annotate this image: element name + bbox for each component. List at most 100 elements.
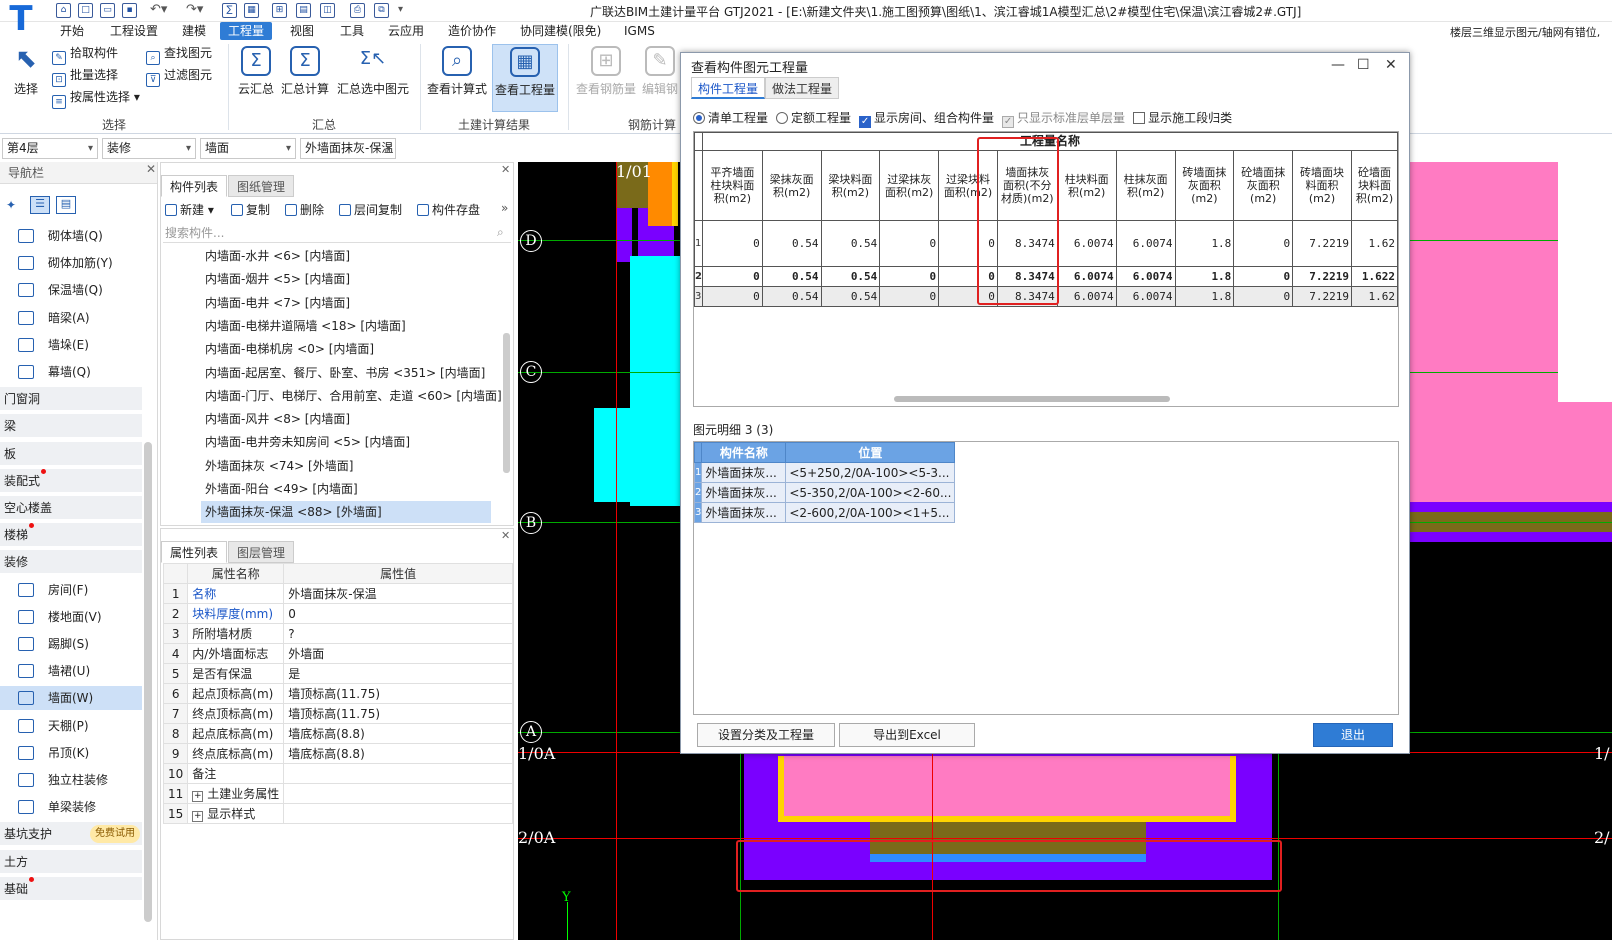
- component-list-item[interactable]: 内墙面-风井 <8> [内墙面]: [201, 408, 354, 430]
- layout-icon[interactable]: ▤: [296, 3, 311, 18]
- summary-selected-button[interactable]: Σ↖ 汇总选中图元: [336, 46, 410, 97]
- search-icon[interactable]: ⌕: [497, 225, 504, 240]
- column-header[interactable]: 砖墙面块料面积(m2): [1292, 150, 1352, 221]
- category-select[interactable]: 装修: [102, 138, 196, 159]
- component-list-item[interactable]: 内墙面-起居室、餐厅、卧室、书房 <351> [内墙面]: [201, 362, 489, 384]
- nav-item[interactable]: 装修: [0, 550, 142, 575]
- nav-item[interactable]: 独立柱装修: [0, 768, 142, 792]
- detail-header-name[interactable]: 构件名称: [701, 442, 787, 463]
- property-value[interactable]: 外墙面: [283, 643, 513, 664]
- select-by-property-button[interactable]: ≡ 按属性选择 ▾: [52, 88, 140, 109]
- property-row[interactable]: 3 所附墙材质?: [162, 623, 513, 644]
- view-quantity-button[interactable]: ▦ 查看工程量: [492, 44, 558, 112]
- close-icon[interactable]: ✕: [146, 162, 156, 176]
- menu-cloud[interactable]: 云应用: [380, 22, 432, 40]
- property-value[interactable]: 外墙面抹灰-保温: [283, 583, 513, 604]
- property-row[interactable]: 9 终点底标高(m) 墙底标高(8.8): [162, 743, 513, 764]
- open-file-icon[interactable]: ▭: [100, 3, 115, 18]
- close-icon[interactable]: ✕: [1385, 57, 1397, 73]
- component-list-item[interactable]: 内墙面-电梯机房 <0> [内墙面]: [201, 338, 378, 360]
- column-header[interactable]: 柱抹灰面积(m2): [1115, 150, 1176, 221]
- image-icon[interactable]: ▦: [244, 3, 259, 18]
- nav-item[interactable]: 单梁装修: [0, 795, 142, 819]
- nav-item[interactable]: 土方: [0, 849, 142, 874]
- pin-icon[interactable]: ✦: [6, 198, 16, 212]
- export-excel-button[interactable]: 导出到Excel: [839, 723, 975, 747]
- property-value[interactable]: 是: [283, 663, 513, 684]
- view-rebar-button[interactable]: ⊞ 查看钢筋量: [574, 46, 638, 97]
- tab-layer-management[interactable]: 图层管理: [228, 541, 295, 563]
- tab-component-quantity[interactable]: 构件工程量: [691, 77, 766, 99]
- property-row[interactable]: 8 起点底标高(m) 墙底标高(8.8): [162, 723, 513, 744]
- nav-item[interactable]: 砌体墙(Q): [0, 224, 142, 248]
- expand-icon[interactable]: +: [192, 791, 204, 802]
- property-row[interactable]: 7 终点顶标高(m) 墙顶标高(11.75): [162, 703, 513, 724]
- nav-item[interactable]: 基础: [0, 876, 142, 901]
- tab-method-quantity[interactable]: 做法工程量: [765, 77, 840, 99]
- expand-icon[interactable]: +: [192, 811, 204, 822]
- detail-grid[interactable]: 构件名称 位置 1 外墙面抹灰... <5+250,2/0A-100><5-3... 2 外…: [693, 441, 1399, 715]
- column-header[interactable]: 梁抹灰面积(m2): [761, 150, 822, 221]
- copy-component-button[interactable]: 复制: [231, 201, 270, 218]
- batch-select-button[interactable]: ⊡ 批量选择: [52, 66, 118, 87]
- trial-badge[interactable]: 免费试用: [90, 825, 140, 844]
- column-header[interactable]: 柱块料面积(m2): [1056, 150, 1117, 221]
- nav-item[interactable]: 板: [0, 441, 142, 466]
- delete-component-button[interactable]: 删除: [285, 201, 324, 218]
- nav-item[interactable]: 墙面(W): [0, 686, 142, 711]
- menu-cost-collab[interactable]: 造价协作: [440, 22, 504, 40]
- tab-component-list[interactable]: 构件列表: [161, 175, 228, 197]
- nav-item[interactable]: 楼地面(V): [0, 605, 142, 629]
- component-list-item[interactable]: 外墙面-阳台 <49> [内墙面]: [201, 478, 362, 500]
- nav-item[interactable]: 踢脚(S): [0, 632, 142, 656]
- nav-item[interactable]: 暗梁(A): [0, 306, 142, 330]
- column-header[interactable]: 砖墙面抹灰面积(m2): [1174, 150, 1235, 221]
- save-icon[interactable]: ▪: [122, 3, 137, 18]
- menu-project-settings[interactable]: 工程设置: [102, 22, 166, 40]
- nav-item[interactable]: 吊顶(K): [0, 741, 142, 765]
- set-category-button[interactable]: 设置分类及工程量: [697, 723, 835, 747]
- grid-icon[interactable]: ⊞: [272, 3, 287, 18]
- component-list-item[interactable]: 内墙面-门厅、电梯厅、合用前室、走道 <60> [内墙面]: [201, 385, 506, 407]
- component-list-item[interactable]: 内墙面-电梯井道隔墙 <18> [内墙面]: [201, 315, 410, 337]
- menu-collab-modeling[interactable]: 协同建模(限免): [512, 22, 609, 40]
- column-header[interactable]: 平齐墙面柱块料面积(m2): [701, 150, 763, 221]
- component-list-item[interactable]: 内墙面-烟井 <5> [内墙面]: [201, 268, 354, 290]
- toolbar-more-icon[interactable]: »: [501, 201, 508, 215]
- nav-item[interactable]: 幕墙(Q): [0, 360, 142, 384]
- filter-element-button[interactable]: ⊽ 过滤图元: [146, 66, 212, 87]
- component-list-item[interactable]: 内墙面-水井 <6> [内墙面]: [201, 245, 354, 267]
- find-element-button[interactable]: ⌕ 查找图元: [146, 44, 212, 65]
- new-component-button[interactable]: 新建 ▾: [165, 201, 214, 218]
- maximize-icon[interactable]: ☐: [1357, 57, 1370, 73]
- column-header[interactable]: 砼墙面块料面积(m2): [1350, 150, 1398, 221]
- nav-item[interactable]: 装配式: [0, 468, 142, 493]
- view-formula-button[interactable]: ⌕ 查看计算式: [426, 46, 488, 97]
- save-component-button[interactable]: 构件存盘: [417, 201, 480, 218]
- menu-igms[interactable]: IGMS: [616, 22, 663, 40]
- property-value[interactable]: 0: [283, 603, 513, 624]
- property-value[interactable]: [283, 783, 513, 804]
- pick-component-button[interactable]: ✎ 拾取构件: [52, 44, 118, 65]
- column-header[interactable]: 梁块料面积(m2): [820, 150, 881, 221]
- formula-icon[interactable]: ∑: [222, 3, 237, 18]
- quick-access-more-icon[interactable]: ▾: [398, 4, 403, 15]
- list-view-icon[interactable]: ☰: [30, 196, 50, 214]
- tab-property-list[interactable]: 属性列表: [161, 541, 228, 563]
- property-row[interactable]: 4 内/外墙面标志 外墙面: [162, 643, 513, 664]
- option-radio[interactable]: 定额工程量: [776, 109, 851, 126]
- detail-row[interactable]: 3 外墙面抹灰... <2-600,2/0A-100><1+5...: [693, 502, 956, 523]
- nav-item[interactable]: 房间(F): [0, 578, 142, 602]
- option-checkbox[interactable]: 显示施工段归类: [1133, 109, 1232, 126]
- nav-item[interactable]: 基坑支护 免费试用: [0, 822, 142, 847]
- property-value[interactable]: 墙底标高(8.8): [283, 723, 513, 744]
- nav-item[interactable]: 空心楼盖: [0, 496, 142, 520]
- tree-view-icon[interactable]: ▤: [56, 196, 76, 214]
- nav-item[interactable]: 梁: [0, 414, 142, 439]
- nav-item[interactable]: 门窗洞: [0, 387, 142, 412]
- app-logo[interactable]: T: [4, 2, 38, 36]
- nav-scrollbar[interactable]: [144, 442, 152, 922]
- property-row[interactable]: 5 是否有保温 是: [162, 663, 513, 684]
- component-search-input[interactable]: 搜索构件...: [163, 223, 511, 243]
- component-list-item[interactable]: 外墙面抹灰 <74> [外墙面]: [201, 455, 357, 477]
